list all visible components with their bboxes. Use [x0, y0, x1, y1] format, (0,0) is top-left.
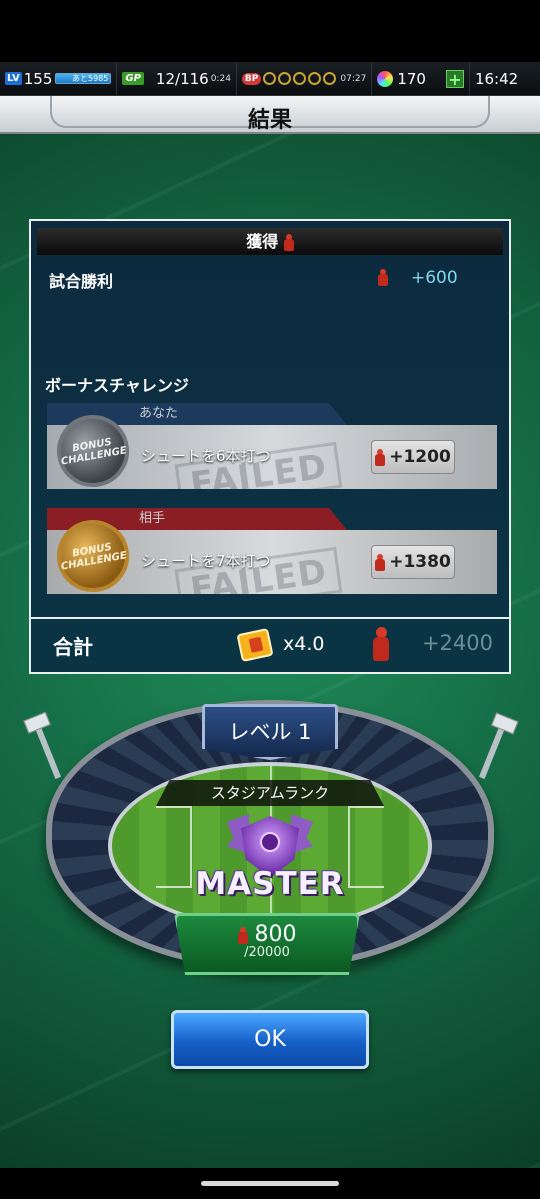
challenge-reward-value: +1380: [389, 552, 451, 572]
bp-icon: BP: [241, 72, 262, 85]
stadium: レベル 1 スタジアムランク MASTER 800 /20000: [32, 700, 508, 982]
total-label: 合計: [53, 635, 93, 659]
result-panel: 獲得 試合勝利 +600 ボーナスチャレンジ あなた FAILED シュートを6…: [29, 219, 511, 674]
total-value: +2400: [421, 631, 493, 655]
result-header: 結果: [0, 96, 540, 134]
match-win-value: +600: [411, 268, 458, 288]
multiplier-card-icon: [236, 627, 274, 663]
pawn-icon: [378, 269, 388, 286]
stadium-points-max: /20000: [244, 945, 290, 960]
gp-timer: 0:24: [210, 73, 231, 84]
level-segment: LV 155 あと5985: [0, 62, 118, 95]
challenge-task: シュートを7本打つ: [141, 552, 271, 570]
stadium-rank-label: スタジアムランク: [156, 780, 384, 806]
earned-header: 獲得: [37, 228, 503, 255]
gem-segment: 170 +: [372, 62, 470, 95]
challenge-reward: +1380: [371, 545, 455, 579]
total-divider: [31, 617, 509, 619]
pawn-icon: [375, 553, 386, 571]
system-nav-bar: [0, 1168, 540, 1199]
multiplier-value: x4.0: [283, 633, 325, 655]
bp-empty-slot-icon: [323, 72, 337, 85]
gp-segment: GP 12/116 0:24: [117, 62, 237, 95]
stadium-points-value: 800: [254, 922, 297, 947]
gem-icon: [377, 70, 394, 87]
stadium-rank-name: MASTER: [195, 866, 345, 902]
add-gems-button[interactable]: +: [445, 69, 464, 88]
bp-empty-slot-icon: [278, 72, 292, 85]
challenge-reward-value: +1200: [389, 447, 451, 467]
player-hud: LV 155 あと5985 GP 12/116 0:24 BP 07:27 17…: [0, 62, 540, 96]
ok-button[interactable]: OK: [171, 1010, 369, 1069]
bp-timer: 07:27: [340, 73, 367, 84]
bp-segment: BP 07:27: [237, 62, 373, 95]
xp-remaining: あと5985: [72, 74, 109, 83]
clock-segment: 16:42: [470, 62, 523, 95]
stadium-level: レベル 1: [202, 704, 338, 760]
pawn-icon: [283, 234, 294, 251]
clock: 16:42: [474, 69, 519, 88]
page-title: 結果: [247, 108, 292, 133]
bp-empty-slot-icon: [263, 72, 277, 85]
pawn-icon: [375, 448, 386, 466]
bonus-challenge-title: ボーナスチャレンジ: [45, 376, 189, 395]
xp-bar: あと5985: [55, 73, 112, 84]
pawn-icon: [237, 926, 248, 944]
bp-empty-slot-icon: [308, 72, 322, 85]
level-badge: LV: [5, 72, 22, 85]
stadium-points-current: 800: [177, 922, 357, 947]
gem-count: 170: [397, 69, 426, 88]
earned-header-label: 獲得: [246, 232, 279, 251]
challenge-reward: +1200: [371, 440, 455, 474]
challenge-you: あなた FAILED シュートを6本打つ +1200 BONUS CHALLEN…: [47, 403, 497, 493]
challenge-task: シュートを6本打つ: [141, 447, 271, 465]
stadium-points: 800 /20000: [174, 913, 360, 975]
match-win-label: 試合勝利: [49, 272, 114, 291]
gp-icon: GP: [122, 72, 144, 85]
pawn-icon: [372, 627, 390, 661]
challenge-opponent: 相手 FAILED シュートを7本打つ +1380 BONUS CHALLENG…: [47, 508, 497, 598]
gp-value: 12/116: [155, 69, 209, 88]
player-level: 155: [23, 69, 53, 88]
home-gesture-handle[interactable]: [201, 1181, 339, 1186]
bp-empty-slot-icon: [293, 72, 307, 85]
